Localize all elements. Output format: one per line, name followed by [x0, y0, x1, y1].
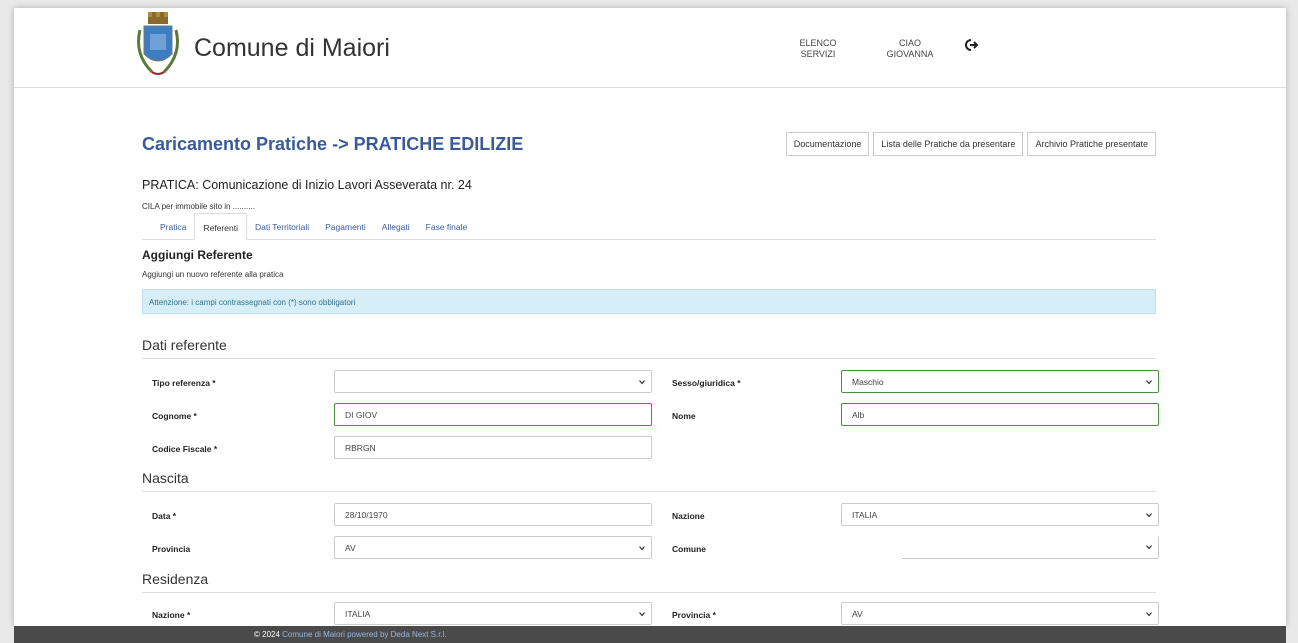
documentazione-button[interactable]: Documentazione: [785, 132, 870, 156]
site-footer: © 2024 Comune di Maiori powered by Deda …: [14, 626, 1286, 643]
cognome-label: Cognome *: [152, 411, 197, 421]
comune-nascita-select[interactable]: [902, 536, 1159, 559]
lista-pratiche-button[interactable]: Lista delle Pratiche da presentare: [873, 132, 1024, 156]
required-fields-alert: Attenzione: i campi contrassegnati con (…: [142, 289, 1156, 314]
chevron-down-icon: [1146, 380, 1152, 385]
nazione-nascita-value: ITALIA: [852, 510, 878, 520]
sesso-label: Sesso/giuridica *: [672, 378, 741, 388]
sesso-select[interactable]: Maschio: [841, 370, 1159, 393]
page-heading: Caricamento Pratiche -> PRATICHE EDILIZI…: [142, 134, 524, 154]
provincia-residenza-label: Provincia *: [672, 610, 716, 620]
tab-bar: Pratica Referenti Dati Territoriali Paga…: [142, 213, 1156, 240]
data-nascita-input[interactable]: 28/10/1970: [334, 503, 652, 526]
codice-fiscale-label: Codice Fiscale *: [152, 444, 218, 454]
chevron-down-icon: [639, 546, 645, 551]
nome-label: Nome: [672, 411, 696, 421]
pratica-title: PRATICA: Comunicazione di Inizio Lavori …: [142, 178, 472, 192]
chevron-down-icon: [1146, 545, 1152, 550]
provincia-residenza-value: AV: [852, 609, 863, 619]
group-heading-dati-referente: Dati referente: [142, 337, 1156, 359]
data-nascita-label: Data *: [152, 511, 177, 521]
tab-pagamenti[interactable]: Pagamenti: [317, 213, 374, 240]
pratica-subtitle: CILA per immobile sito in ..........: [142, 202, 255, 211]
site-title[interactable]: Comune di Maiori: [194, 34, 390, 63]
provincia-nascita-label: Provincia: [152, 544, 191, 554]
tab-referenti[interactable]: Referenti: [194, 213, 247, 240]
site-header: Comune di Maiori ELENCO SERVIZI CIAO GIO…: [14, 8, 1286, 88]
group-heading-nascita: Nascita: [142, 470, 1156, 492]
nav-services-link[interactable]: ELENCO SERVIZI: [796, 38, 840, 60]
codice-fiscale-input[interactable]: RBRGN: [334, 436, 652, 459]
coat-of-arms-logo[interactable]: [132, 10, 184, 82]
footer-link[interactable]: Comune di Maiori powered by Deda Next S.…: [282, 630, 447, 639]
nazione-nascita-select[interactable]: ITALIA: [841, 503, 1159, 526]
chevron-down-icon: [639, 612, 645, 617]
nome-input[interactable]: Alb: [841, 403, 1159, 426]
cognome-input[interactable]: DI GIOV: [334, 403, 652, 426]
tipo-referenza-label: Tipo referenza *: [152, 378, 216, 388]
tipo-referenza-select[interactable]: [334, 370, 652, 393]
nazione-residenza-value: ITALIA: [345, 609, 371, 619]
provincia-nascita-value: AV: [345, 543, 356, 553]
footer-copyright: © 2024: [254, 630, 280, 639]
top-buttons: Documentazione Lista delle Pratiche da p…: [785, 132, 1156, 156]
nazione-nascita-label: Nazione: [672, 511, 705, 521]
nazione-residenza-select[interactable]: ITALIA: [334, 602, 652, 625]
chevron-down-icon: [1146, 513, 1152, 518]
tab-dati-territoriali[interactable]: Dati Territoriali: [247, 213, 317, 240]
sesso-value: Maschio: [852, 377, 884, 387]
tab-pratica[interactable]: Pratica: [152, 213, 194, 240]
tab-allegati[interactable]: Allegati: [374, 213, 418, 240]
nazione-residenza-label: Nazione *: [152, 610, 191, 620]
chevron-down-icon: [1146, 612, 1152, 617]
archivio-pratiche-button[interactable]: Archivio Pratiche presentate: [1027, 132, 1156, 156]
tab-fase-finale[interactable]: Fase finale: [418, 213, 476, 240]
section-heading: Aggiungi Referente: [142, 248, 253, 262]
chevron-down-icon: [639, 380, 645, 385]
provincia-residenza-select[interactable]: AV: [841, 602, 1159, 625]
provincia-nascita-select[interactable]: AV: [334, 536, 652, 559]
group-heading-residenza: Residenza: [142, 571, 1156, 593]
logout-icon[interactable]: [964, 38, 978, 52]
section-subtitle: Aggiungi un nuovo referente alla pratica: [142, 270, 284, 279]
page-container: Comune di Maiori ELENCO SERVIZI CIAO GIO…: [14, 8, 1286, 626]
nav-user-greeting[interactable]: CIAO GIOVANNA: [880, 38, 940, 60]
comune-nascita-label: Comune: [672, 544, 706, 554]
